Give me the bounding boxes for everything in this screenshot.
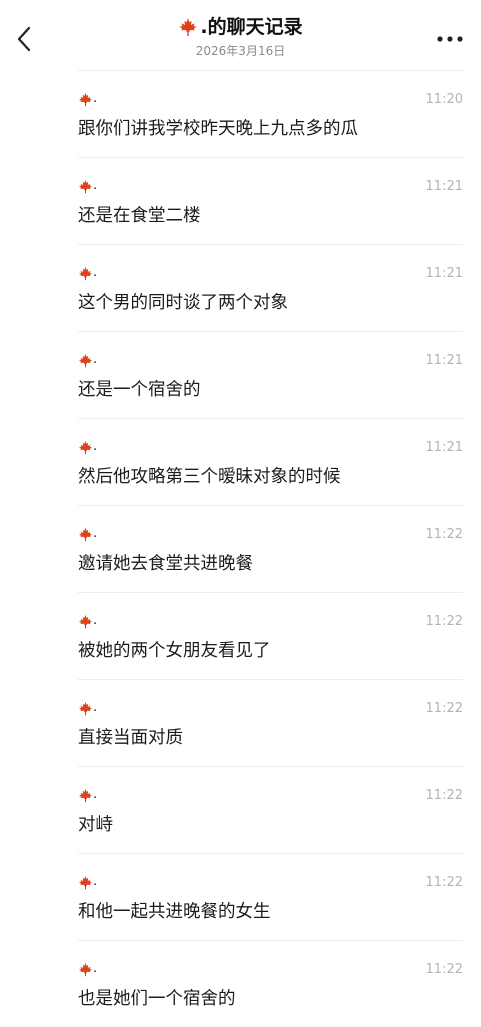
message-item[interactable]: . 11:22 直接当面对质 — [78, 679, 463, 766]
maple-leaf-icon — [179, 18, 197, 36]
message-text: 还是在食堂二楼 — [78, 206, 201, 226]
sender: . — [78, 177, 97, 195]
sender-name: . — [93, 439, 98, 454]
message-text: 直接当面对质 — [78, 728, 183, 748]
message-time: 11:22 — [425, 614, 463, 629]
message-item[interactable]: . 11:22 和他一起共进晚餐的女生 — [78, 853, 463, 940]
sender: . — [78, 873, 97, 891]
message-time: 11:22 — [425, 788, 463, 803]
maple-leaf-icon — [79, 527, 92, 541]
page-subtitle: 2026年3月16日 — [195, 44, 286, 58]
message-text: 被她的两个女朋友看见了 — [78, 641, 271, 661]
message-time: 11:21 — [425, 266, 463, 281]
message-time: 11:21 — [425, 440, 463, 455]
message-text: 也是她们一个宿舍的 — [78, 989, 236, 1009]
more-button[interactable] — [433, 28, 467, 50]
sender-name: . — [93, 874, 98, 889]
more-horizontal-icon — [437, 36, 463, 42]
sender: . — [78, 438, 97, 456]
header: .的聊天记录 2026年3月16日 — [0, 0, 481, 72]
sender: . — [78, 960, 97, 978]
message-time: 11:21 — [425, 353, 463, 368]
sender-name: . — [93, 265, 98, 280]
message-text: 这个男的同时谈了两个对象 — [78, 293, 288, 313]
message-time: 11:20 — [425, 92, 463, 107]
sender-name: . — [93, 613, 98, 628]
maple-leaf-icon — [79, 266, 92, 280]
sender: . — [78, 264, 97, 282]
message-time: 11:22 — [425, 962, 463, 977]
message-time: 11:21 — [425, 179, 463, 194]
sender-name: . — [93, 178, 98, 193]
maple-leaf-icon — [79, 92, 92, 106]
message-item[interactable]: . 11:22 邀请她去食堂共进晚餐 — [78, 505, 463, 592]
message-item[interactable]: . 11:22 被她的两个女朋友看见了 — [78, 592, 463, 679]
title-block: .的聊天记录 2026年3月16日 — [0, 14, 481, 59]
sender-name: . — [93, 961, 98, 976]
maple-leaf-icon — [79, 701, 92, 715]
message-item[interactable]: . 11:22 对峙 — [78, 766, 463, 853]
sender: . — [78, 90, 97, 108]
message-item[interactable]: . 11:21 然后他攻略第三个暧昧对象的时候 — [78, 418, 463, 505]
message-item[interactable]: . 11:21 还是一个宿舍的 — [78, 331, 463, 418]
sender-name: . — [93, 352, 98, 367]
maple-leaf-icon — [79, 875, 92, 889]
maple-leaf-icon — [79, 788, 92, 802]
message-list: . 11:20 跟你们讲我学校昨天晚上九点多的瓜. 11:21 还是在食堂二楼. 11:2… — [0, 70, 481, 1027]
message-text: 和他一起共进晚餐的女生 — [78, 902, 271, 922]
sender-name: . — [93, 787, 98, 802]
maple-leaf-icon — [79, 962, 92, 976]
sender: . — [78, 699, 97, 717]
sender-name: . — [93, 91, 98, 106]
page-title-text: .的聊天记录 — [200, 16, 303, 38]
sender: . — [78, 786, 97, 804]
maple-leaf-icon — [79, 440, 92, 454]
message-time: 11:22 — [425, 875, 463, 890]
sender-name: . — [93, 700, 98, 715]
message-text: 然后他攻略第三个暧昧对象的时候 — [78, 467, 341, 487]
sender: . — [78, 351, 97, 369]
message-item[interactable]: . 11:20 跟你们讲我学校昨天晚上九点多的瓜 — [78, 70, 463, 157]
maple-leaf-icon — [79, 614, 92, 628]
message-text: 跟你们讲我学校昨天晚上九点多的瓜 — [78, 119, 358, 139]
message-item[interactable]: . 11:21 这个男的同时谈了两个对象 — [78, 244, 463, 331]
maple-leaf-icon — [79, 179, 92, 193]
maple-leaf-icon — [79, 353, 92, 367]
message-time: 11:22 — [425, 527, 463, 542]
message-item[interactable]: . 11:21 还是在食堂二楼 — [78, 157, 463, 244]
message-text: 还是一个宿舍的 — [78, 380, 201, 400]
sender: . — [78, 525, 97, 543]
sender: . — [78, 612, 97, 630]
message-text: 对峙 — [78, 815, 113, 835]
message-text: 邀请她去食堂共进晚餐 — [78, 554, 253, 574]
sender-name: . — [93, 526, 98, 541]
page-title: .的聊天记录 — [178, 14, 303, 40]
message-time: 11:22 — [425, 701, 463, 716]
message-item[interactable]: . 11:22 也是她们一个宿舍的 — [78, 940, 463, 1027]
